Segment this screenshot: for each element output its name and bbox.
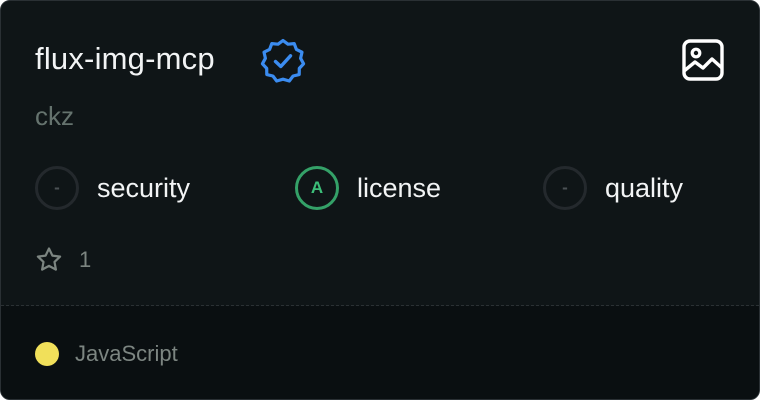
license-grade: A (295, 166, 339, 210)
score-security[interactable]: - security (35, 164, 190, 212)
server-card[interactable]: flux-img-mcp ckz - security A license - … (0, 0, 760, 400)
star-icon (36, 247, 62, 271)
security-label: security (97, 173, 191, 203)
star-count-value: 1 (79, 247, 92, 272)
license-label: license (357, 173, 442, 203)
author-name[interactable]: ckz (35, 98, 74, 134)
language-color-dot (35, 342, 59, 366)
star-count[interactable]: 1 (35, 245, 91, 275)
image-icon[interactable] (681, 38, 725, 82)
quality-label: quality (605, 173, 684, 203)
security-grade: - (35, 166, 79, 210)
quality-grade: - (543, 166, 587, 210)
score-license[interactable]: A license (295, 164, 441, 212)
language-tag: JavaScript (35, 339, 178, 369)
server-name[interactable]: flux-img-mcp (35, 37, 215, 81)
score-quality[interactable]: - quality (543, 164, 683, 212)
language-name: JavaScript (75, 341, 178, 366)
verified-badge-icon (259, 37, 307, 85)
